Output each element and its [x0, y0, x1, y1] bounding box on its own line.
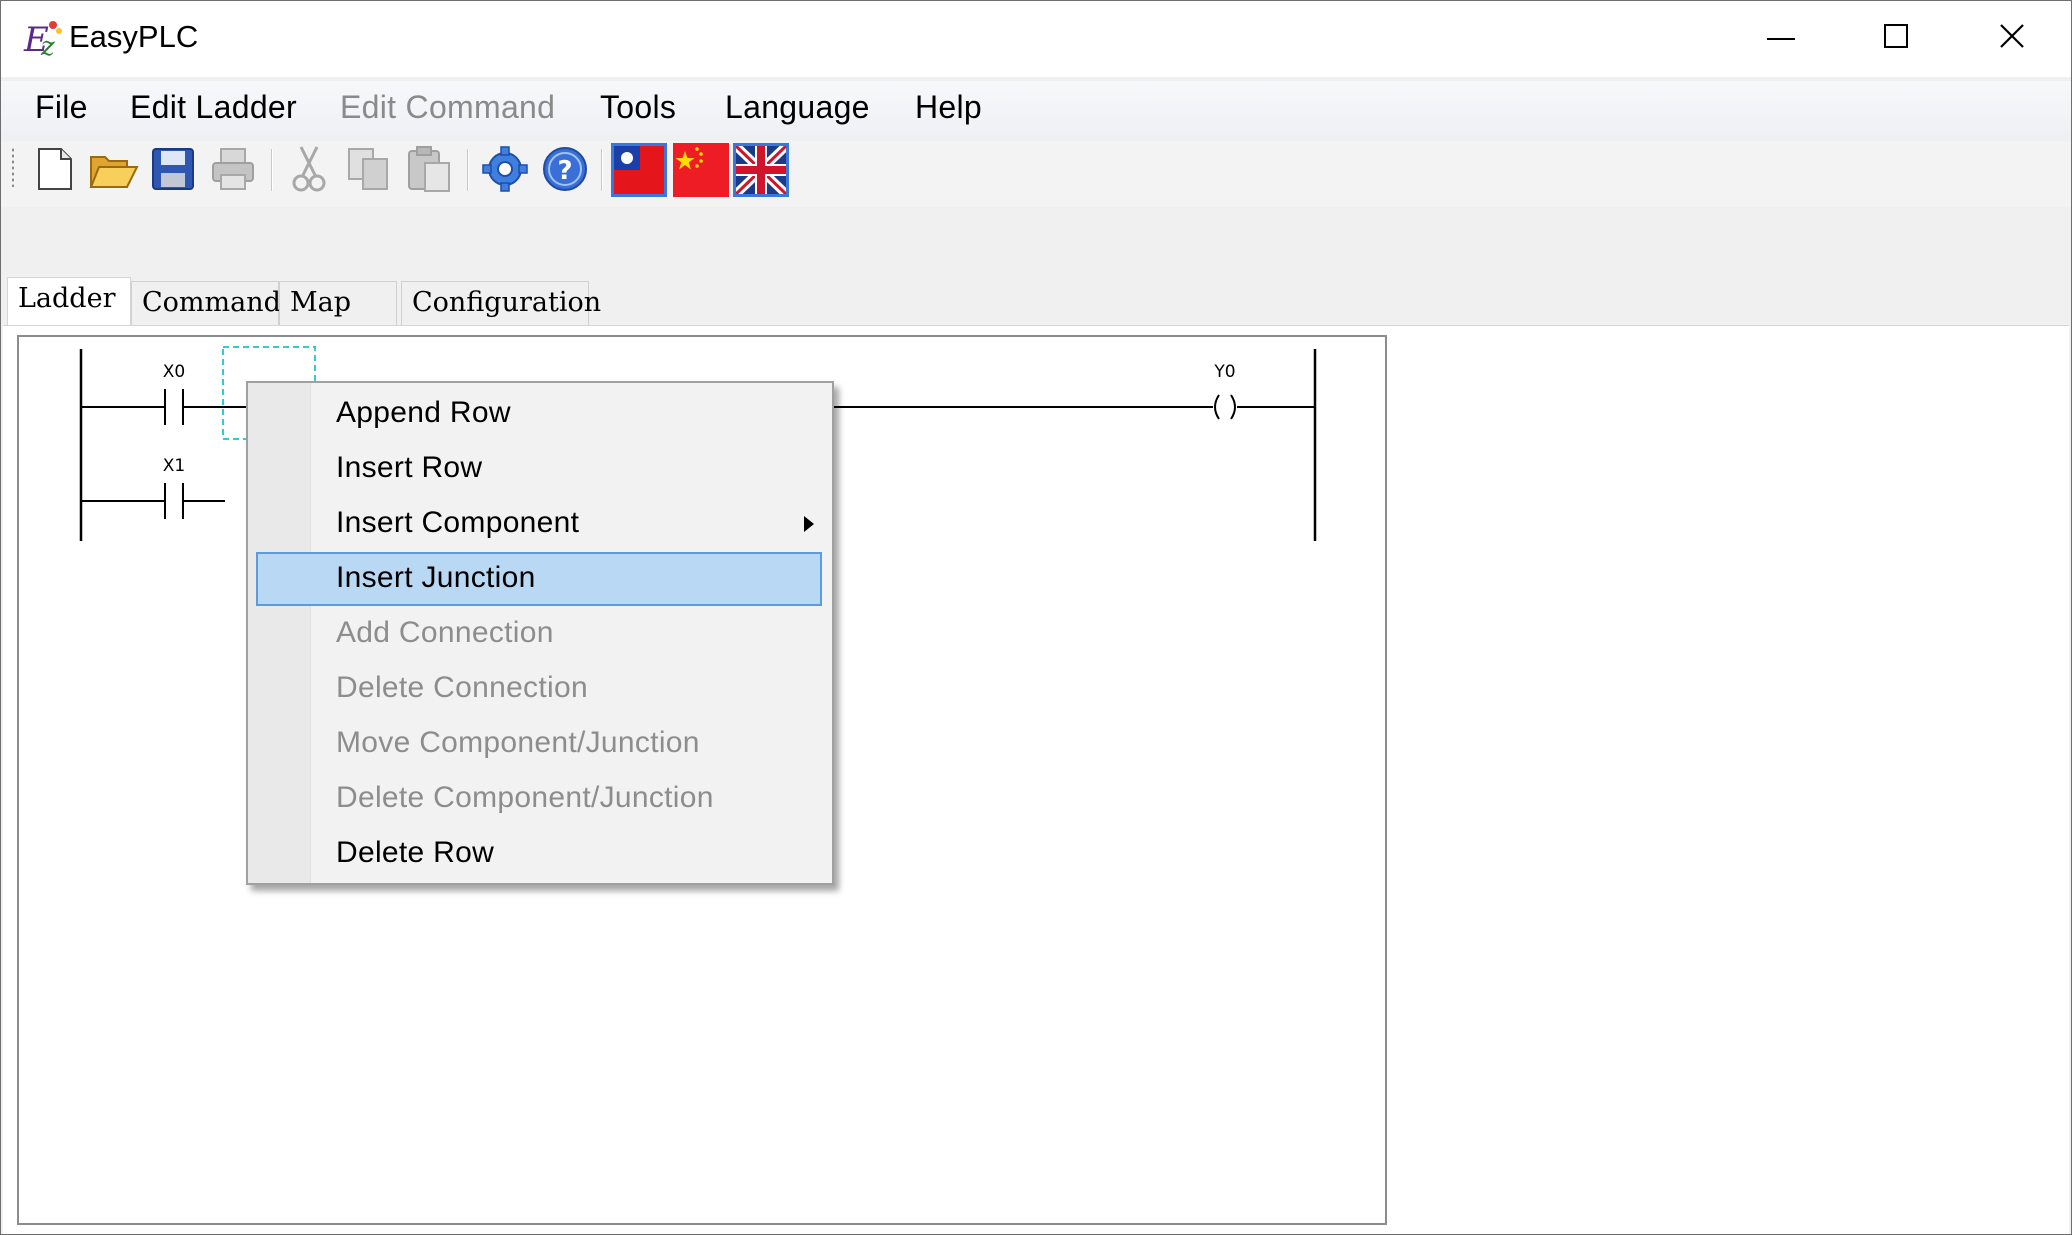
cm-item-label: Add Connection — [336, 616, 554, 649]
toolbar-grip[interactable] — [11, 147, 15, 187]
save-button[interactable] — [147, 143, 199, 195]
title-bar: E z EasyPLC — [1, 1, 2071, 77]
cm-add-connection[interactable]: Add Connection — [256, 607, 822, 661]
print-icon — [212, 148, 254, 190]
help-button[interactable]: ? — [539, 143, 591, 195]
minimize-button[interactable] — [1725, 1, 1840, 77]
menu-file[interactable]: File — [35, 89, 88, 126]
copy-icon — [348, 148, 388, 190]
maximize-icon — [1884, 24, 1908, 48]
paste-icon — [408, 146, 450, 192]
tab-map[interactable]: Map — [279, 281, 397, 325]
cm-insert-row[interactable]: Insert Row — [256, 442, 822, 496]
close-icon — [2000, 24, 2024, 48]
cm-item-label: Move Component/Junction — [336, 726, 700, 759]
cm-delete-row[interactable]: Delete Row — [256, 827, 822, 881]
cm-item-label: Delete Connection — [336, 671, 588, 704]
svg-text:?: ? — [557, 156, 572, 186]
contact-label-x1: X1 — [163, 456, 185, 476]
settings-button[interactable] — [479, 143, 531, 195]
settings-gear-icon — [482, 146, 528, 192]
close-button[interactable] — [1957, 1, 2072, 77]
menu-help[interactable]: Help — [915, 89, 982, 126]
paste-button[interactable] — [403, 143, 455, 195]
new-file-button[interactable] — [29, 143, 81, 195]
copy-button[interactable] — [343, 143, 395, 195]
menu-language[interactable]: Language — [725, 89, 870, 126]
contact-label-x0: X0 — [163, 362, 185, 382]
toolbar-separator — [601, 149, 603, 191]
menu-edit-command[interactable]: Edit Command — [340, 89, 555, 126]
cm-item-label: Append Row — [336, 396, 511, 429]
menu-tools[interactable]: Tools — [600, 89, 676, 126]
toolbar-separator — [467, 149, 469, 191]
open-folder-icon — [89, 156, 139, 188]
cm-insert-component[interactable]: Insert Component — [256, 497, 822, 551]
language-en-button[interactable] — [732, 142, 790, 198]
context-menu: Append Row Insert Row Insert Component I… — [246, 381, 834, 885]
tab-ladder[interactable]: Ladder — [7, 277, 131, 327]
cm-delete-connection[interactable]: Delete Connection — [256, 662, 822, 716]
flag-taiwan-icon — [614, 146, 664, 194]
tab-configuration[interactable]: Configuration — [401, 281, 601, 325]
flag-uk-icon — [732, 142, 790, 198]
cm-item-label: Insert Junction — [336, 561, 536, 594]
cm-delete-component-junction[interactable]: Delete Component/Junction — [256, 772, 822, 826]
coil-label-y0: Y0 — [1213, 362, 1235, 382]
minimize-icon — [1767, 38, 1795, 40]
language-zh-cn-button[interactable] — [673, 143, 729, 197]
cm-item-label: Delete Row — [336, 836, 495, 869]
cm-insert-junction[interactable]: Insert Junction — [256, 552, 822, 606]
cut-button[interactable] — [283, 143, 335, 195]
new-file-icon — [38, 148, 72, 190]
window-title: EasyPLC — [69, 19, 199, 54]
menu-bar: File Edit Ladder Edit Command Tools Lang… — [1, 81, 2071, 139]
cut-icon — [292, 146, 326, 192]
maximize-button[interactable] — [1841, 1, 1956, 77]
toolbar-separator — [271, 149, 273, 191]
flag-china-icon — [673, 143, 729, 197]
easyplc-logo-icon: E z — [23, 20, 62, 59]
cm-item-label: Insert Row — [336, 451, 483, 484]
app-window: E z EasyPLC File Edit Ladder Edit Comman… — [0, 0, 2072, 1235]
cm-item-label: Insert Component — [336, 506, 580, 539]
cm-append-row[interactable]: Append Row — [256, 387, 822, 441]
save-icon — [152, 148, 194, 190]
menu-edit-ladder[interactable]: Edit Ladder — [130, 89, 297, 126]
language-zh-tw-button[interactable] — [611, 143, 667, 197]
open-file-button[interactable] — [87, 143, 139, 195]
submenu-arrow-icon — [804, 516, 814, 532]
help-icon: ? — [543, 147, 587, 191]
svg-text:z: z — [40, 32, 55, 59]
cm-item-label: Delete Component/Junction — [336, 781, 714, 814]
cm-move-component-junction[interactable]: Move Component/Junction — [256, 717, 822, 771]
tab-command[interactable]: Command — [131, 281, 281, 325]
print-button[interactable] — [207, 143, 259, 195]
rung-2 — [81, 483, 225, 519]
